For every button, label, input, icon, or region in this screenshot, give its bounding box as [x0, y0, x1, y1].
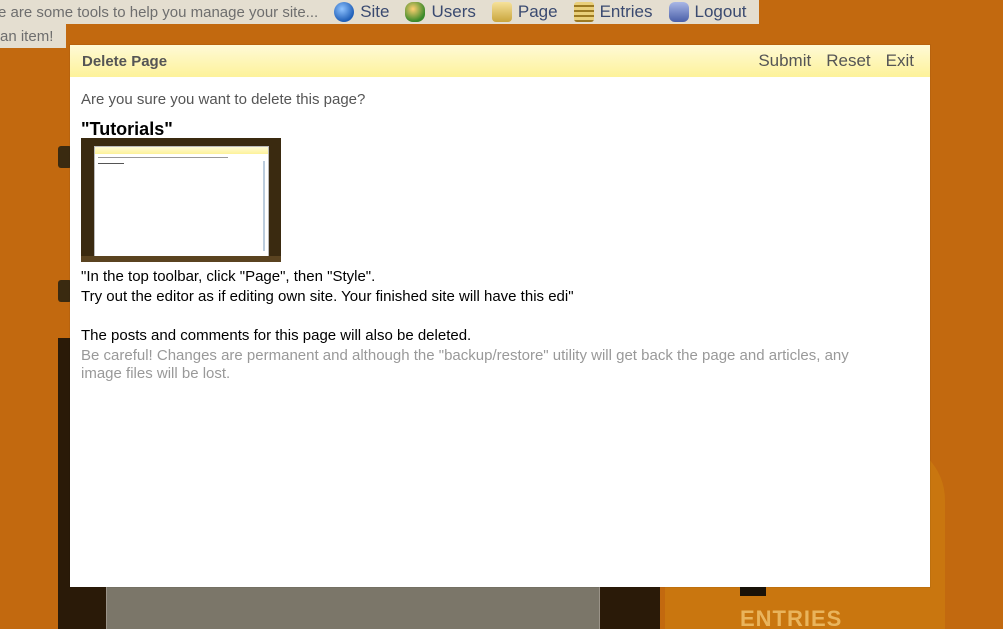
- confirm-question: Are you sure you want to delete this pag…: [81, 91, 366, 108]
- thumbnail-titlebar: [95, 147, 268, 154]
- toolbar-users-label: Users: [431, 2, 476, 21]
- toolbar-entries-link[interactable]: Entries: [573, 2, 653, 22]
- toolbar-page-label: Page: [517, 2, 558, 21]
- background-entries-label: ENTRIES: [740, 606, 843, 629]
- toolbar-hint-text: an item!: [0, 27, 54, 45]
- logout-icon: [668, 2, 689, 22]
- thumbnail-footer: [81, 256, 281, 262]
- dialog-body: Are you sure you want to delete this pag…: [81, 91, 921, 383]
- dialog-actions: Submit Reset Exit: [758, 51, 914, 71]
- page-thumbnail: [81, 138, 281, 262]
- screen: ENTRIES e are some tools to help you man…: [0, 0, 1003, 629]
- thumbnail-window: [94, 146, 269, 258]
- page-icon: [491, 2, 512, 22]
- dialog-title: Delete Page: [82, 52, 168, 70]
- reset-button[interactable]: Reset: [826, 51, 870, 71]
- deletion-warning: Be careful! Changes are permanent and al…: [81, 347, 849, 382]
- page-excerpt: "In the top toolbar, click "Page", then …: [81, 267, 921, 307]
- delete-page-dialog: Delete Page Submit Reset Exit Are you su…: [70, 45, 930, 587]
- thumbnail-line: [98, 163, 124, 164]
- toolbar-logout-label: Logout: [694, 2, 747, 21]
- thumbnail-line: [98, 157, 228, 158]
- deletion-notice: The posts and comments for this page wil…: [81, 327, 472, 344]
- admin-toolbar: e are some tools to help you manage your…: [0, 0, 759, 24]
- toolbar-site-link[interactable]: Site: [334, 2, 389, 22]
- toolbar-site-label: Site: [360, 2, 390, 21]
- toolbar-intro-text: e are some tools to help you manage your…: [0, 3, 319, 21]
- excerpt-line-1: "In the top toolbar, click "Page", then …: [81, 268, 376, 285]
- dialog-header: Delete Page Submit Reset Exit: [70, 45, 930, 77]
- toolbar-logout-link[interactable]: Logout: [668, 2, 747, 22]
- entries-icon: [573, 2, 594, 22]
- thumbnail-scrollbar: [263, 161, 265, 251]
- background-editor-area: [106, 585, 600, 629]
- users-icon: [405, 2, 426, 22]
- globe-icon: [334, 2, 355, 22]
- toolbar-users-link[interactable]: Users: [405, 2, 476, 22]
- exit-button[interactable]: Exit: [886, 51, 914, 71]
- toolbar-hint: an item!: [0, 24, 66, 48]
- submit-button[interactable]: Submit: [758, 51, 811, 71]
- excerpt-line-2: Try out the editor as if editing own sit…: [81, 288, 574, 305]
- toolbar-entries-label: Entries: [599, 2, 653, 21]
- toolbar-page-link[interactable]: Page: [491, 2, 558, 22]
